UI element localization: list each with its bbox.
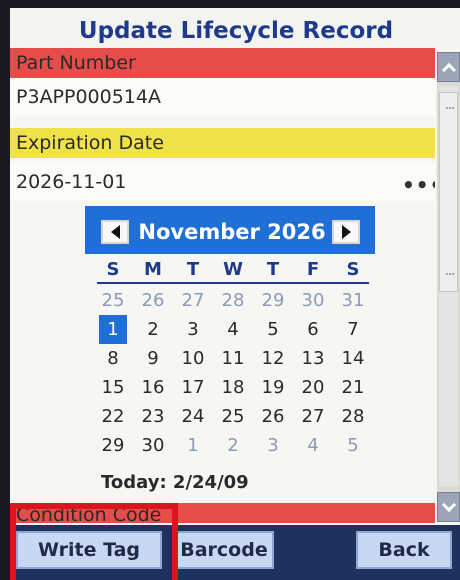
triangle-right-icon [341, 225, 351, 239]
expiration-date-label: Expiration Date [10, 128, 435, 158]
calendar-day[interactable]: 16 [133, 373, 173, 402]
weekday-header: S M T W T F S [93, 259, 373, 283]
weekday-label: S [106, 259, 120, 280]
calendar-day[interactable]: 5 [333, 431, 373, 460]
previous-month-button[interactable] [101, 220, 129, 244]
button-bar: Write Tag Barcode Back [10, 525, 460, 580]
calendar-day[interactable]: 3 [173, 315, 213, 344]
calendar-day[interactable]: 21 [333, 373, 373, 402]
calendar-day[interactable]: 15 [93, 373, 133, 402]
calendar-day[interactable]: 1 [173, 431, 213, 460]
chevron-up-icon [441, 62, 456, 77]
calendar-day[interactable]: 25 [213, 402, 253, 431]
weekday-divider [97, 282, 369, 284]
calendar-day[interactable]: 27 [173, 286, 213, 315]
scroll-down-button[interactable] [437, 492, 460, 522]
calendar-day[interactable]: 12 [253, 344, 293, 373]
calendar-day[interactable]: 10 [173, 344, 213, 373]
back-button[interactable]: Back [356, 531, 452, 569]
calendar-day[interactable]: 23 [133, 402, 173, 431]
form-content: Part Number P3APP000514A Expiration Date… [10, 48, 435, 523]
calendar-day[interactable]: 2 [133, 315, 173, 344]
part-number-field[interactable]: P3APP000514A [10, 78, 435, 116]
calendar-day[interactable]: 28 [333, 402, 373, 431]
date-picker-calendar: November 2026 S M T W T F S 25 26 27 28 29 30… [85, 206, 375, 496]
grip-icon [446, 273, 454, 279]
scroll-thumb[interactable] [439, 92, 458, 292]
weekday-label: W [223, 259, 243, 280]
calendar-day[interactable]: 27 [293, 402, 333, 431]
calendar-day[interactable]: 29 [253, 286, 293, 315]
calendar-day[interactable]: 26 [133, 286, 173, 315]
calendar-month-title: November 2026 [138, 220, 326, 244]
weekday-label: T [266, 259, 280, 280]
calendar-day[interactable]: 28 [213, 286, 253, 315]
part-number-label: Part Number [10, 48, 435, 78]
calendar-header: November 2026 [85, 206, 375, 254]
vertical-scrollbar[interactable] [437, 52, 460, 522]
scroll-up-button[interactable] [437, 52, 460, 82]
calendar-day[interactable]: 18 [213, 373, 253, 402]
expiration-date-field[interactable]: 2026-11-01 [10, 163, 435, 201]
barcode-button[interactable]: Barcode [174, 531, 274, 569]
weekday-label: T [186, 259, 200, 280]
write-tag-button[interactable]: Write Tag [16, 531, 162, 569]
calendar-day[interactable]: 13 [293, 344, 333, 373]
calendar-day[interactable]: 7 [333, 315, 373, 344]
calendar-day-selected[interactable]: 1 [99, 315, 127, 344]
calendar-day[interactable]: 9 [133, 344, 173, 373]
calendar-day[interactable]: 20 [293, 373, 333, 402]
calendar-day[interactable]: 25 [93, 286, 133, 315]
today-label[interactable]: Today: 2/24/09 [101, 472, 361, 493]
next-month-button[interactable] [332, 220, 360, 244]
calendar-day[interactable]: 14 [333, 344, 373, 373]
calendar-day[interactable]: 24 [173, 402, 213, 431]
calendar-day[interactable]: 8 [93, 344, 133, 373]
grip-icon [446, 107, 454, 113]
triangle-left-icon [110, 225, 120, 239]
calendar-day[interactable]: 3 [253, 431, 293, 460]
calendar-day[interactable]: 29 [93, 431, 133, 460]
weekday-label: S [346, 259, 360, 280]
app-screen: Update Lifecycle Record Part Number P3AP… [10, 8, 460, 580]
calendar-day[interactable]: 30 [133, 431, 173, 460]
calendar-day[interactable]: 5 [253, 315, 293, 344]
calendar-day[interactable]: 19 [253, 373, 293, 402]
calendar-day[interactable]: 4 [213, 315, 253, 344]
calendar-day[interactable]: 17 [173, 373, 213, 402]
chevron-down-icon [441, 497, 456, 512]
calendar-day[interactable]: 11 [213, 344, 253, 373]
weekday-label: F [306, 259, 320, 280]
calendar-day[interactable]: 4 [293, 431, 333, 460]
calendar-day[interactable]: 31 [333, 286, 373, 315]
weekday-label: M [144, 259, 162, 280]
calendar-days-grid: 25 26 27 28 29 30 31 1 2 3 4 5 6 7 8 9 10 11 12 13 14 15 16 17 1… [93, 286, 373, 460]
ellipsis-icon[interactable]: ••• [402, 175, 435, 198]
calendar-day[interactable]: 6 [293, 315, 333, 344]
condition-code-label: Condition Code [10, 503, 435, 523]
calendar-day[interactable]: 30 [293, 286, 333, 315]
page-title: Update Lifecycle Record [10, 8, 460, 48]
calendar-day[interactable]: 26 [253, 402, 293, 431]
calendar-day[interactable]: 22 [93, 402, 133, 431]
calendar-day[interactable]: 2 [213, 431, 253, 460]
